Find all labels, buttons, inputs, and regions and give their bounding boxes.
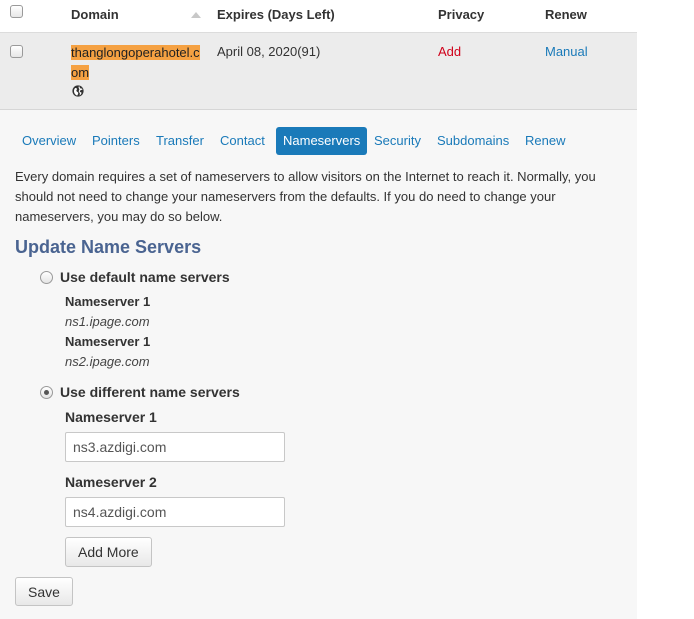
custom-ns2-input[interactable] (65, 497, 285, 527)
custom-nameservers-label[interactable]: Use different name servers (60, 384, 240, 400)
default-ns2-label: Nameserver 1 (65, 334, 151, 349)
header-renew: Renew (545, 7, 587, 22)
add-more-button[interactable]: Add More (65, 537, 152, 567)
default-ns2-value: ns2.ipage.com (65, 354, 150, 369)
custom-ns2-label: Nameserver 2 (65, 474, 157, 490)
domain-panel: Domain Expires (Days Left) Privacy Renew… (0, 0, 637, 619)
custom-nameservers-radio[interactable] (40, 386, 53, 399)
renew-manual-link[interactable]: Manual (545, 44, 588, 59)
default-ns1-label: Nameserver 1 (65, 294, 151, 309)
header-domain[interactable]: Domain (71, 7, 119, 22)
domain-name[interactable]: thanglongoperahotel.com (71, 43, 203, 83)
default-nameservers-label[interactable]: Use default name servers (60, 269, 230, 285)
tab-overview[interactable]: Overview (15, 127, 83, 155)
expiry-date: April 08, 2020(91) (217, 44, 321, 59)
header-privacy: Privacy (438, 7, 485, 22)
tab-subdomains[interactable]: Subdomains (430, 127, 516, 155)
custom-ns1-label: Nameserver 1 (65, 409, 157, 425)
default-nameservers-radio[interactable] (40, 271, 53, 284)
domain-name-text: thanglongoperahotel.com (71, 45, 200, 80)
tab-nameservers[interactable]: Nameservers (276, 127, 368, 155)
tab-renew[interactable]: Renew (518, 127, 572, 155)
privacy-add-link[interactable]: Add (438, 44, 461, 59)
section-title: Update Name Servers (15, 237, 202, 257)
sort-ascending-icon[interactable] (191, 12, 201, 18)
globe-icon (72, 85, 84, 97)
select-all-checkbox[interactable] (10, 5, 23, 18)
tab-pointers[interactable]: Pointers (85, 127, 147, 155)
save-button[interactable]: Save (15, 577, 73, 606)
row-checkbox[interactable] (10, 45, 23, 58)
header-expires: Expires (Days Left) (217, 7, 335, 22)
nameserver-description: Every domain requires a set of nameserve… (15, 169, 596, 224)
table-header: Domain Expires (Days Left) Privacy Renew (0, 0, 637, 33)
default-ns1-value: ns1.ipage.com (65, 314, 150, 329)
custom-ns1-input[interactable] (65, 432, 285, 462)
tab-transfer[interactable]: Transfer (149, 127, 211, 155)
tab-contact[interactable]: Contact (213, 127, 272, 155)
table-row: thanglongoperahotel.com April 08, 2020(9… (0, 33, 637, 110)
tab-security[interactable]: Security (367, 127, 428, 155)
